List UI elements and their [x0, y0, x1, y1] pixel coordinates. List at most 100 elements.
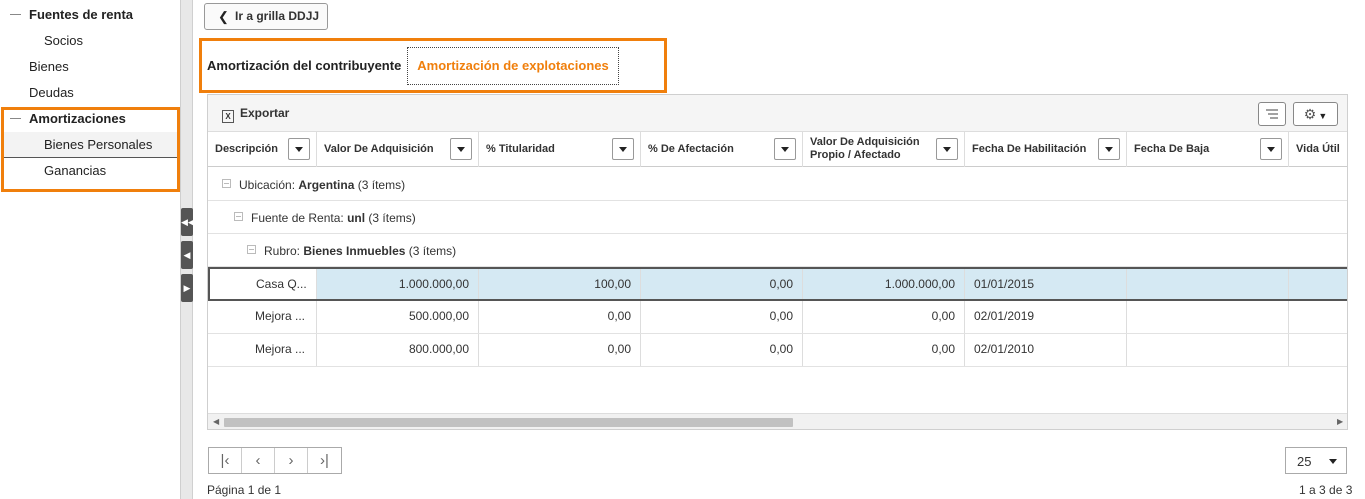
excel-icon: X [222, 110, 234, 123]
gear-icon: ⚙ [1303, 106, 1317, 122]
cell-descripcion: Mejora ... [208, 334, 317, 366]
columns-button[interactable] [1258, 102, 1286, 126]
next-page-icon[interactable]: › [275, 448, 308, 473]
tab-amortizacion-explotaciones[interactable]: Amortización de explotaciones [407, 47, 619, 85]
items-info: 1 a 3 de 3 [1299, 483, 1353, 497]
table-row[interactable]: Casa Q... 1.000.000,00 100,00 0,00 1.000… [208, 267, 1347, 301]
page-info: Página 1 de 1 [207, 483, 282, 497]
group-row-ubicacion[interactable]: Ubicación: Argentina (3 ítems) [208, 168, 1347, 201]
cell-baja [1127, 301, 1289, 333]
grid-toolbar: X Exportar ⚙ ▼ [208, 95, 1347, 132]
collapse-all-icon[interactable]: ◀◀ [181, 208, 195, 236]
sidebar-item-label: Bienes [29, 59, 69, 74]
group-label: Ubicación: Argentina (3 ítems) [239, 178, 406, 192]
back-to-grid-button[interactable]: ❮ Ir a grilla DDJJ [204, 3, 328, 30]
column-header: Valor De Adquisición Propio / Afectado [803, 132, 965, 167]
cell-titularidad: 0,00 [479, 301, 641, 333]
filter-dropdown-icon[interactable] [774, 138, 796, 160]
sidebar-item-fuentes-de-renta[interactable]: Fuentes de renta [0, 3, 181, 27]
cell-valor: 800.000,00 [317, 334, 479, 366]
cell-habilitacion: 02/01/2010 [965, 334, 1127, 366]
app-root: Fuentes de renta Socios Bienes Deudas Am… [0, 0, 1365, 499]
horizontal-scrollbar[interactable]: ◀ ▶ [208, 413, 1347, 429]
cell-baja [1127, 269, 1289, 299]
export-button[interactable]: X Exportar [222, 106, 289, 123]
page-size-select[interactable]: 25 [1285, 447, 1347, 474]
filter-dropdown-icon[interactable] [288, 138, 310, 160]
column-label: Fecha De Baja [1134, 143, 1210, 155]
cell-propio: 1.000.000,00 [803, 269, 965, 299]
column-header: Fecha De Habilitación [965, 132, 1127, 167]
filter-dropdown-icon[interactable] [612, 138, 634, 160]
column-label: % De Afectación [648, 143, 734, 155]
last-page-icon[interactable]: ›| [308, 448, 341, 473]
column-label: Vida Útil [1296, 143, 1340, 155]
collapse-toggle-icon[interactable] [222, 179, 231, 188]
sidebar-item-label: Fuentes de renta [29, 7, 134, 22]
chevron-down-icon: ▼ [1318, 111, 1328, 121]
cell-afectacion: 0,00 [641, 301, 803, 333]
grid-header: Descripción Valor De Adquisición % Titul… [208, 132, 1347, 167]
column-label: Fecha De Habilitación [972, 143, 1087, 155]
cell-titularidad: 0,00 [479, 334, 641, 366]
cell-valor: 1.000.000,00 [317, 269, 479, 299]
column-header: Vida Útil [1289, 132, 1347, 167]
settings-menu-button[interactable]: ⚙ ▼ [1293, 102, 1338, 126]
sidebar: Fuentes de renta Socios Bienes Deudas Am… [0, 0, 181, 499]
sidebar-item-label: Deudas [29, 85, 74, 100]
columns-icon [1266, 109, 1278, 119]
table-row[interactable]: Mejora ... 500.000,00 0,00 0,00 0,00 02/… [208, 301, 1347, 334]
column-label: Valor De Adquisición Propio / Afectado [810, 136, 920, 161]
cell-vida [1289, 334, 1347, 366]
sidebar-item-deudas[interactable]: Deudas [0, 81, 181, 105]
group-label: Fuente de Renta: unl (3 ítems) [251, 211, 416, 225]
data-grid: X Exportar ⚙ ▼ Descripción Valor De Adquis… [207, 94, 1348, 430]
filter-dropdown-icon[interactable] [1098, 138, 1120, 160]
filter-dropdown-icon[interactable] [450, 138, 472, 160]
column-label: % Titularidad [486, 143, 555, 155]
column-header: Fecha De Baja [1127, 132, 1289, 167]
sidebar-item-bienes[interactable]: Bienes [0, 55, 181, 79]
cell-vida [1289, 301, 1347, 333]
filter-dropdown-icon[interactable] [1260, 138, 1282, 160]
first-page-icon[interactable]: |‹ [209, 448, 242, 473]
cell-vida [1289, 269, 1347, 299]
group-label: Rubro: Bienes Inmuebles (3 ítems) [264, 244, 457, 258]
cell-propio: 0,00 [803, 334, 965, 366]
previous-page-icon[interactable]: ‹ [242, 448, 275, 473]
cell-propio: 0,00 [803, 301, 965, 333]
cell-baja [1127, 334, 1289, 366]
cell-titularidad: 100,00 [479, 269, 641, 299]
sidebar-item-label: Socios [44, 33, 84, 48]
collapse-left-icon[interactable]: ◀ [181, 241, 193, 269]
page-size-value: 25 [1297, 454, 1312, 469]
column-header: Valor De Adquisición [317, 132, 479, 167]
scroll-left-icon[interactable]: ◀ [213, 417, 219, 426]
cell-habilitacion: 01/01/2015 [965, 269, 1127, 299]
collapse-toggle-icon[interactable] [234, 212, 243, 221]
group-row-fuente[interactable]: Fuente de Renta: unl (3 ítems) [208, 201, 1347, 234]
cell-descripcion: Mejora ... [208, 301, 317, 333]
collapse-dash-icon [10, 14, 21, 15]
cell-afectacion: 0,00 [641, 334, 803, 366]
group-row-rubro[interactable]: Rubro: Bienes Inmuebles (3 ítems) [208, 234, 1347, 267]
scroll-thumb[interactable] [224, 418, 793, 427]
filter-dropdown-icon[interactable] [936, 138, 958, 160]
column-label: Valor De Adquisición [324, 143, 434, 155]
column-label: Descripción [215, 143, 278, 155]
sidebar-item-socios[interactable]: Socios [0, 29, 181, 53]
expand-right-icon[interactable]: ▶ [181, 274, 193, 302]
column-header: % Titularidad [479, 132, 641, 167]
export-label: Exportar [240, 106, 290, 120]
chevron-left-icon: ❮ [218, 9, 229, 24]
highlight-box [1, 107, 180, 192]
column-header: % De Afectación [641, 132, 803, 167]
tab-amortizacion-contribuyente[interactable]: Amortización del contribuyente [207, 58, 401, 73]
table-row[interactable]: Mejora ... 800.000,00 0,00 0,00 0,00 02/… [208, 334, 1347, 367]
collapse-toggle-icon[interactable] [247, 245, 256, 254]
chevron-down-icon [1329, 459, 1337, 464]
cell-afectacion: 0,00 [641, 269, 803, 299]
column-header: Descripción [208, 132, 317, 167]
scroll-right-icon[interactable]: ▶ [1337, 417, 1343, 426]
cell-valor: 500.000,00 [317, 301, 479, 333]
